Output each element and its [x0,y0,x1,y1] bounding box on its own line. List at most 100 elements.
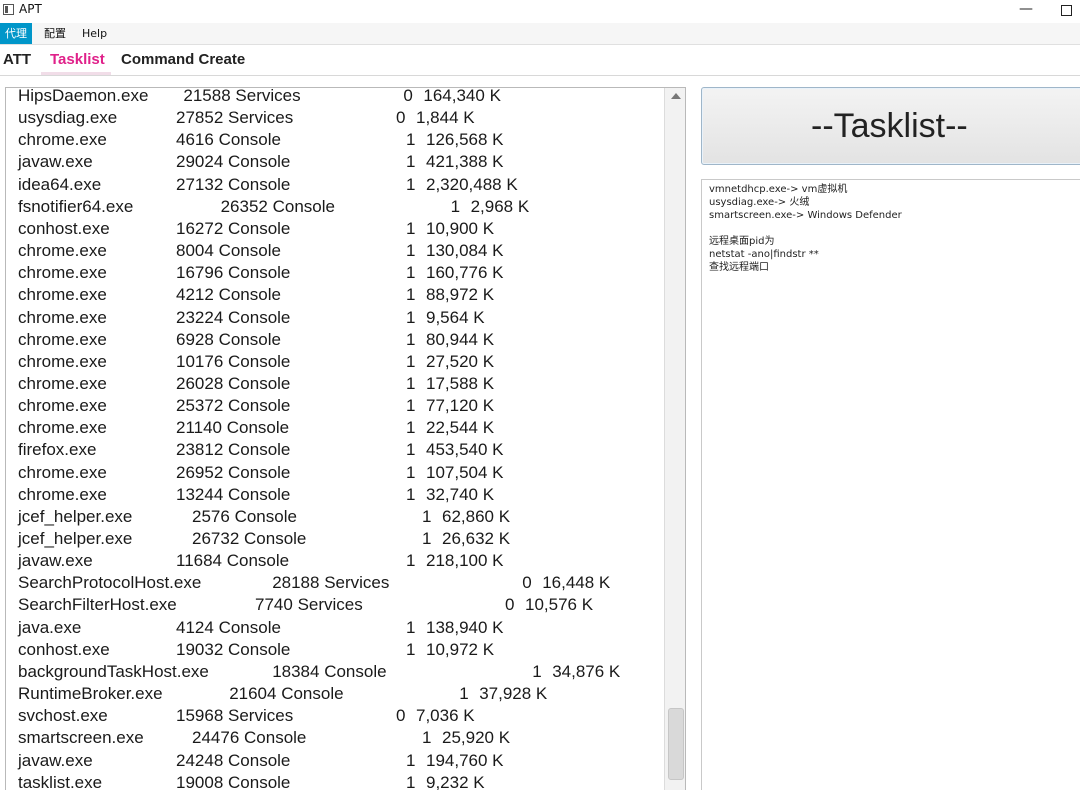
task-pid: 4616 [176,130,214,150]
task-mem-usage: 10,900 K [426,218,495,238]
task-session: Console [218,130,281,150]
tab-tasklist[interactable]: Tasklist [50,51,105,68]
task-name: HipsDaemon.exe [18,88,149,105]
task-session-num: 1 [406,329,416,349]
task-pid-session: 24248 Console [176,750,290,772]
task-mem-usage: 34,876 K [552,661,621,681]
tasklist-scrollbar[interactable] [664,88,685,790]
task-session: Services [297,595,363,615]
maximize-button[interactable] [1056,1,1076,19]
task-mem-usage: 130,084 K [426,241,504,261]
task-name: chrome.exe [18,396,107,416]
tasklist-list[interactable]: HipsDaemon.exe 21588 Services 0 164,340 K us… [6,88,664,790]
task-session-num: 1 [406,440,416,460]
menu-proxy[interactable]: 代理 [0,23,32,44]
task-session-num: 0 [396,108,406,128]
task-session-num: 1 [532,661,542,681]
task-session-num: 1 [406,285,416,305]
task-pid: 24476 [192,728,240,748]
task-name: usysdiag.exe [18,108,118,128]
task-session-num: 1 [406,218,416,238]
task-name: chrome.exe [18,462,107,482]
task-session-num: 1 [406,263,416,283]
task-pid: 26352 [220,196,268,216]
task-session-num: 1 [406,551,416,571]
task-pid: 2576 [192,506,230,526]
task-session: Console [228,440,291,460]
tasklist-panel: HipsDaemon.exe 21588 Services 0 164,340 K us… [5,87,686,790]
task-pid: 11684 [176,551,223,571]
task-pid: 7740 [255,595,293,615]
tab-att[interactable]: ATT [3,51,31,68]
selected-tab-indicator [41,72,111,75]
task-name: fsnotifier64.exe [18,196,134,216]
task-name: chrome.exe [18,329,107,349]
task-pid-session: 15968 Services [176,705,293,727]
task-pid-session: 21604 Console [229,683,343,705]
task-mem-usage: 80,944 K [426,329,495,349]
task-session-num: 1 [406,750,416,770]
task-name: chrome.exe [18,130,107,150]
note-line: usysdiag.exe-> 火绒 [709,197,810,208]
tab-command-create[interactable]: Command Create [121,51,245,68]
menu-help[interactable]: Help [77,23,112,44]
task-session: Console [228,462,291,482]
task-pid-session: 18384 Console [272,661,386,683]
task-session: Console [228,152,291,172]
task-pid-session: 2576 Console [192,506,297,528]
task-session: Console [281,684,344,704]
scroll-up-arrow-icon[interactable] [671,93,681,99]
task-mem-usage: 7,036 K [416,706,475,726]
run-tasklist-button[interactable]: --Tasklist-- [701,87,1080,165]
task-name: jcef_helper.exe [18,506,133,526]
task-mem-usage: 10,972 K [426,639,495,659]
task-name: chrome.exe [18,484,107,504]
window-title: APT [19,2,42,16]
task-mem-usage: 421,388 K [426,152,504,172]
minimize-button[interactable]: — [1016,1,1036,19]
task-name: chrome.exe [18,241,107,261]
task-pid-session: 27852 Services [176,107,293,129]
task-session-num: 1 [450,196,461,216]
task-session: Services [324,573,390,593]
task-mem-usage: 32,740 K [426,484,495,504]
task-session: Console [272,196,335,216]
task-name: smartscreen.exe [18,728,144,748]
task-session-num: 0 [396,706,406,726]
task-pid: 6928 [176,329,214,349]
task-pid: 18384 [272,661,320,681]
task-pid-session: 27132 Console [176,174,290,196]
note-line: vmnetdhcp.exe-> vm虚拟机 [709,184,848,195]
task-name: jcef_helper.exe [18,529,133,548]
task-name: firefox.exe [18,440,97,460]
app-window-icon [3,4,14,15]
task-pid: 25372 [176,396,224,416]
task-pid-session: 10176 Console [176,351,290,373]
task-session-num: 1 [422,529,432,548]
task-session-num: 1 [406,639,416,659]
maximize-icon [1060,5,1072,16]
notes-textarea[interactable]: vmnetdhcp.exe-> vm虚拟机 usysdiag.exe-> 火绒 sm… [701,179,1080,790]
task-session: Console [228,218,291,238]
task-name: backgroundTaskHost.exe [18,661,209,681]
task-session: Console [228,263,291,283]
task-pid-session: 25372 Console [176,395,290,417]
menu-config[interactable]: 配置 [39,23,71,44]
scrollbar-thumb[interactable] [668,708,684,780]
task-mem-usage: 107,504 K [426,462,504,482]
task-session-num: 0 [505,595,515,615]
task-session-num: 1 [406,617,416,637]
task-pid: 27132 [176,174,224,194]
task-pid-session: 4616 Console [176,129,281,151]
task-name: SearchProtocolHost.exe [18,573,202,593]
task-name: chrome.exe [18,307,107,327]
tab-bar: ATT Tasklist Command Create [0,45,1080,76]
task-session: Console [244,529,307,548]
task-pid-session: 26352 Console [221,196,335,218]
task-name: chrome.exe [18,373,107,393]
task-session: Console [228,373,291,393]
task-session-num: 0 [522,573,532,593]
task-pid: 24248 [176,750,224,770]
task-session-num: 1 [406,351,416,371]
task-pid: 26028 [176,373,224,393]
